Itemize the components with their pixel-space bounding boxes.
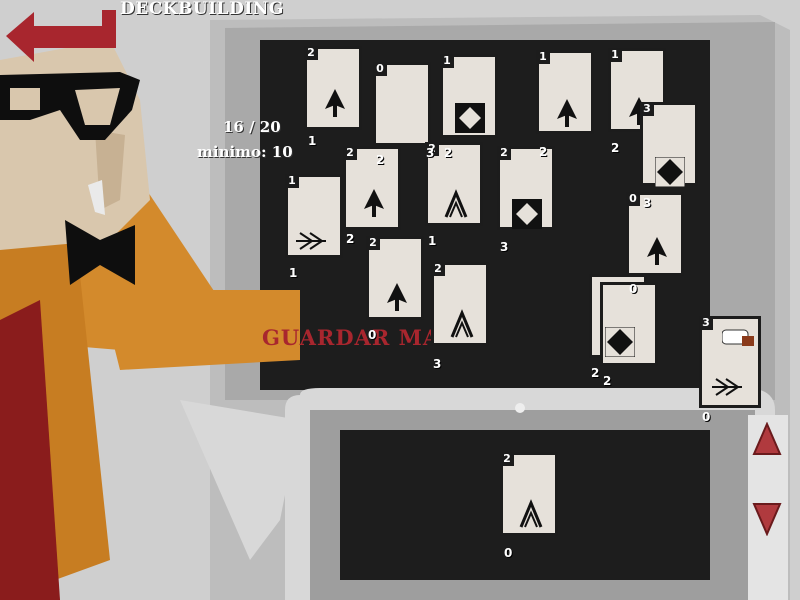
collection-card[interactable]: 2 [500,452,558,536]
deck-minimum: minimo: 10 [197,143,293,161]
diamond-sigil-icon [455,103,485,133]
diamond-sigil-icon [605,327,635,357]
arrow-up-sigil-icon [387,283,407,311]
deck-card[interactable]: 1 [536,50,594,134]
deck-card[interactable]: 3 [640,102,698,187]
screen-title: DECKBUILDING [120,0,284,19]
deck-card[interactable]: 0 [373,62,431,146]
chevron-up-sigil-icon [519,499,543,528]
hand-cursor-icon [722,329,754,346]
deck-card[interactable]: 2 [366,236,424,320]
double-arrow-right-sigil-icon [296,232,326,250]
arrow-up-sigil-icon [557,99,577,127]
double-arrow-right-sigil-icon [712,378,742,396]
triangle-up-icon[interactable] [752,422,782,456]
back-arrow-icon[interactable] [6,6,116,66]
chevron-up-sigil-icon [450,309,474,338]
deck-count: 16 / 20 [223,118,281,136]
arrow-up-sigil-icon [647,237,667,265]
arrow-up-sigil-icon [364,189,384,217]
deck-card[interactable]: 1 [440,54,498,138]
deck-card[interactable]: 2 [431,262,489,346]
deck-card[interactable]: 2 [304,46,362,130]
triangle-down-icon[interactable] [752,502,782,536]
deck-card[interactable]: 2 [343,146,401,230]
deck-card[interactable]: 0 [626,192,684,276]
deck-card[interactable]: 1 [285,174,343,258]
diamond-sigil-icon [655,157,685,187]
diamond-sigil-icon [512,199,542,229]
arrow-up-sigil-icon [325,89,345,117]
chevron-up-sigil-icon [444,189,468,218]
